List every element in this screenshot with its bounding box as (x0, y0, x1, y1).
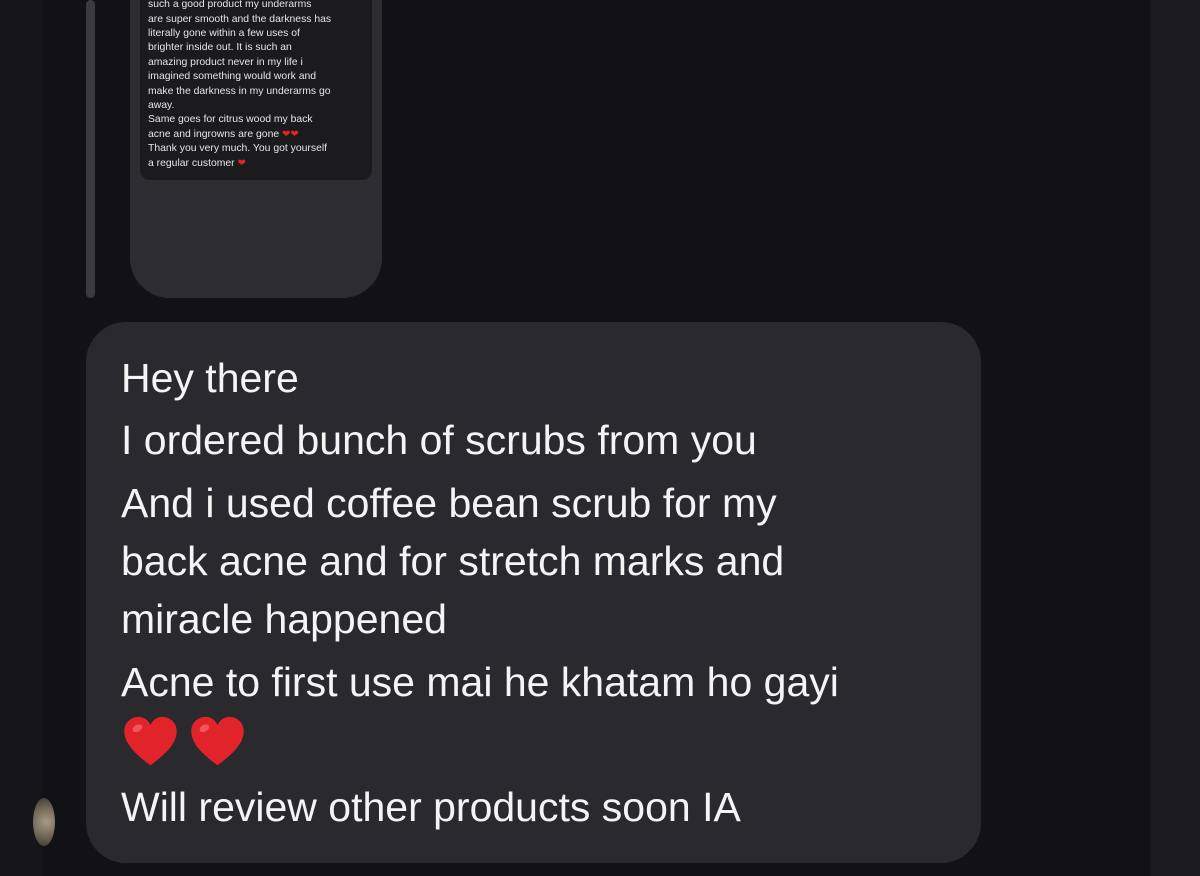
message-line: back acne and for stretch marks and (121, 538, 785, 584)
message-line: Acne to first use mai he khatam ho gayi (121, 659, 839, 705)
story-line: amazing product never in my life i (148, 56, 303, 68)
message-line: Will review other products soon IA (121, 784, 741, 830)
story-line: away. (148, 99, 175, 111)
story-line: acne and ingrowns are gone (148, 128, 280, 140)
story-line: Thank you very much. You got yourself (148, 143, 328, 155)
heart-emoji-icon: ❤❤ (282, 128, 299, 140)
heart-emojis (122, 714, 246, 771)
story-line: make the darkness in my underarms go (148, 85, 331, 97)
heart-emoji-icon: ❤ (237, 157, 246, 169)
story-line: are super smooth and the darkness has (148, 13, 332, 25)
right-margin (1150, 0, 1200, 876)
message-line: And i used coffee bean scrub for my (121, 480, 777, 526)
story-line: literally gone within a few uses of (148, 27, 300, 39)
story-text: such a good product my underarms are sup… (148, 0, 364, 171)
reply-indicator-line (86, 0, 95, 298)
story-line-with-hearts: acne and ingrowns are gone ❤❤ (148, 128, 364, 142)
story-line: a regular customer (148, 157, 235, 169)
story-preview[interactable]: such a good product my underarms are sup… (140, 0, 372, 180)
message-line: I ordered bunch of scrubs from you (121, 417, 757, 463)
story-line: Same goes for citrus wood my back (148, 114, 313, 126)
heart-emoji-icon (191, 716, 244, 766)
message-line: miracle happened (121, 596, 447, 642)
chat-screen: such a good product my underarms are sup… (0, 0, 1200, 876)
story-line: brighter inside out. It is such an (148, 42, 292, 54)
story-line-with-heart: a regular customer ❤ (148, 157, 364, 171)
sender-avatar[interactable] (33, 798, 55, 846)
story-line: imagined something would work and (148, 71, 317, 83)
story-line: such a good product my underarms (148, 0, 312, 11)
story-reply-card[interactable]: such a good product my underarms are sup… (130, 0, 382, 298)
message-line: Hey there (121, 355, 299, 401)
left-margin (0, 0, 42, 876)
heart-emoji-icon (124, 716, 177, 766)
